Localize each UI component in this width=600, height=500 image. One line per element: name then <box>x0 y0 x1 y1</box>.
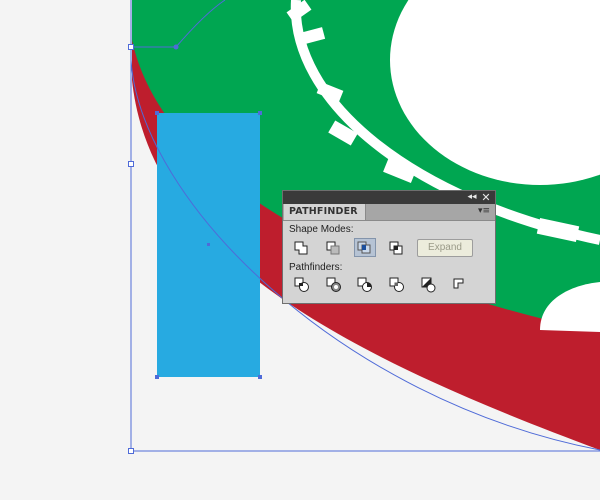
exclude-button[interactable] <box>386 239 408 257</box>
pathfinder-panel: ◂◂ ✕ PATHFINDER ▾≡ Shape Modes: Expand P… <box>282 190 496 304</box>
intersect-button[interactable] <box>354 238 376 257</box>
outline-button[interactable] <box>418 276 440 294</box>
exclude-icon <box>389 241 403 255</box>
merge-icon <box>357 277 372 292</box>
panel-title-bar[interactable]: ◂◂ ✕ <box>283 191 495 204</box>
close-panel-button[interactable]: ✕ <box>479 191 493 204</box>
outline-icon <box>421 277 436 293</box>
divide-button[interactable] <box>291 276 313 294</box>
intersect-icon <box>357 241 371 254</box>
panel-menu-button[interactable]: ▾≡ <box>477 206 491 217</box>
collapse-panel-button[interactable]: ◂◂ <box>465 191 479 204</box>
unite-button[interactable] <box>291 239 313 257</box>
divide-icon <box>294 277 309 292</box>
minus-back-button[interactable] <box>449 276 471 294</box>
trim-icon <box>326 277 341 292</box>
minus-back-icon <box>453 278 464 289</box>
merge-button[interactable] <box>354 276 376 294</box>
path-anchor[interactable] <box>173 44 179 50</box>
trim-button[interactable] <box>323 276 345 294</box>
crop-icon <box>389 277 404 292</box>
crop-button[interactable] <box>386 276 408 294</box>
unite-icon <box>294 241 308 255</box>
tab-pathfinder[interactable]: PATHFINDER <box>284 204 366 220</box>
expand-button[interactable]: Expand <box>417 239 473 257</box>
pathfinders-label: Pathfinders: <box>289 262 343 273</box>
panel-tab-strip: PATHFINDER ▾≡ <box>283 204 495 221</box>
minus-front-icon <box>326 241 340 255</box>
shape-modes-label: Shape Modes: <box>289 224 354 235</box>
minus-front-button[interactable] <box>323 239 345 257</box>
